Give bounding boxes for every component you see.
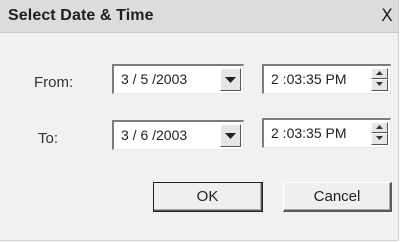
to-time-value: 2 :03:35 PM	[271, 125, 347, 141]
to-date-dropdown-button[interactable]	[220, 124, 241, 147]
triangle-down-icon	[376, 136, 383, 140]
from-time-picker[interactable]: 2 :03:35 PM	[262, 64, 391, 94]
triangle-up-icon	[376, 125, 383, 129]
from-date-value: 3 / 5 /2003	[121, 71, 188, 87]
close-button[interactable]: X	[376, 7, 398, 25]
to-date-picker[interactable]: 3 / 6 /2003	[112, 120, 244, 150]
dialog-title: Select Date & Time	[8, 7, 154, 24]
cancel-button[interactable]: Cancel	[283, 182, 392, 212]
from-date-dropdown-button[interactable]	[220, 68, 241, 91]
from-label: From:	[34, 74, 74, 91]
date-time-dialog: Select Date & Time X From: 3 / 5 /2003 2…	[0, 0, 399, 241]
from-time-spin-down[interactable]	[371, 79, 388, 91]
to-time-spinner[interactable]	[371, 122, 388, 145]
to-time-spin-up[interactable]	[371, 122, 388, 133]
ok-button[interactable]: OK	[153, 182, 263, 212]
chevron-down-icon	[225, 77, 236, 83]
to-time-picker[interactable]: 2 :03:35 PM	[262, 118, 391, 148]
triangle-up-icon	[376, 71, 383, 75]
from-time-value: 2 :03:35 PM	[271, 71, 347, 87]
triangle-down-icon	[376, 82, 383, 86]
from-time-spin-up[interactable]	[371, 68, 388, 79]
to-date-value: 3 / 6 /2003	[121, 127, 188, 143]
to-label: To:	[38, 130, 59, 147]
to-time-spin-down[interactable]	[371, 133, 388, 145]
from-date-picker[interactable]: 3 / 5 /2003	[112, 64, 244, 94]
from-time-spinner[interactable]	[371, 68, 388, 91]
chevron-down-icon	[225, 133, 236, 139]
title-bar: Select Date & Time X	[0, 0, 398, 33]
